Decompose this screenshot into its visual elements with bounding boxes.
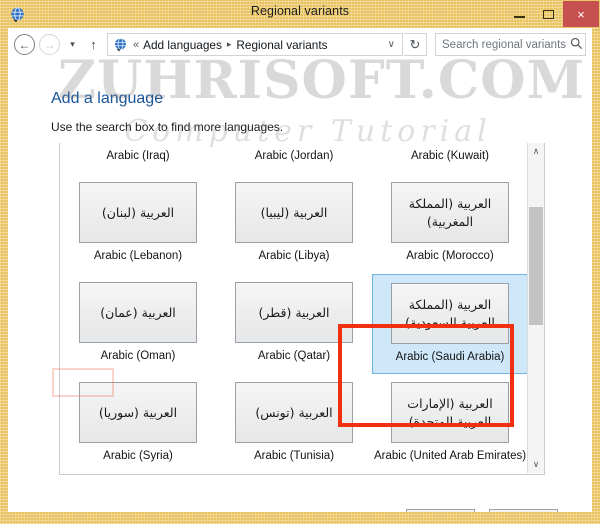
language-tile-preview: العربية (الإمارات العربية المتحدة) bbox=[391, 382, 509, 443]
language-tile-label: Arabic (Iraq) bbox=[106, 150, 170, 162]
language-native-name: العربية (تونس) bbox=[255, 404, 333, 420]
forward-arrow-icon: → bbox=[43, 37, 56, 52]
language-globe-icon bbox=[113, 37, 128, 52]
language-list-viewport: Arabic (Iraq) Arabic (Jordan) Arabic (Kuwa… bbox=[60, 143, 528, 473]
add-button[interactable]: Add bbox=[406, 509, 475, 512]
minimize-button[interactable] bbox=[505, 1, 534, 27]
language-tile[interactable]: العربية (ليبيا) Arabic (Libya) bbox=[216, 174, 372, 274]
language-native-name: العربية (ليبيا) bbox=[260, 204, 328, 220]
language-tile-label: Arabic (Qatar) bbox=[257, 350, 331, 362]
language-tile[interactable]: العربية (لبنان) Arabic (Lebanon) bbox=[60, 174, 216, 274]
up-arrow-icon: ↑ bbox=[90, 37, 97, 52]
language-tile-label: Arabic (Kuwait) bbox=[411, 150, 489, 162]
language-tile-preview: العربية (ليبيا) bbox=[235, 182, 353, 243]
maximize-icon bbox=[543, 9, 554, 19]
breadcrumb-chevron-down-icon[interactable]: ∨ bbox=[388, 39, 398, 50]
language-tile[interactable]: العربية (المملكة المغربية) Arabic (Morocc… bbox=[372, 174, 528, 274]
language-tile[interactable]: العربية (عمان) Arabic (Oman) bbox=[60, 274, 216, 374]
maximize-button[interactable] bbox=[534, 1, 563, 27]
language-native-name: العربية (المملكة العربية السعودية) bbox=[405, 297, 495, 330]
language-tile-label: Arabic (Morocco) bbox=[406, 250, 494, 262]
language-tile-label: Arabic (Oman) bbox=[100, 350, 176, 362]
language-native-name: العربية (قطر) bbox=[258, 304, 330, 320]
language-tile[interactable]: العربية (الإمارات العربية المتحدة) Arabic… bbox=[372, 374, 528, 473]
language-tile-preview: العربية (قطر) bbox=[235, 282, 353, 343]
language-tile[interactable]: العربية (قطر) Arabic (Qatar) bbox=[216, 274, 372, 374]
search-input[interactable] bbox=[442, 38, 570, 51]
refresh-button[interactable]: ↻ bbox=[404, 33, 427, 56]
language-tile-preview: العربية (عمان) bbox=[79, 282, 197, 343]
breadcrumb-separator-icon: ▸ bbox=[226, 39, 232, 49]
language-tile-label: Arabic (Lebanon) bbox=[93, 250, 183, 262]
back-button[interactable]: ← bbox=[14, 34, 35, 55]
vertical-scrollbar[interactable]: ∧ ∨ bbox=[527, 143, 544, 473]
dialog-client-area: ← → ▾ ↑ « Add languages ▸ Regional varia… bbox=[8, 28, 592, 512]
language-tile-label: Arabic (Jordan) bbox=[254, 150, 334, 162]
search-box[interactable] bbox=[435, 33, 586, 56]
page-title: Add a language bbox=[51, 90, 164, 107]
up-one-level-button[interactable]: ↑ bbox=[84, 34, 103, 55]
language-tile-preview: العربية (سوريا) bbox=[79, 382, 197, 443]
minimize-icon bbox=[514, 16, 525, 18]
language-native-name: العربية (الإمارات العربية المتحدة) bbox=[407, 396, 493, 429]
language-native-name: العربية (عمان) bbox=[100, 304, 176, 320]
refresh-icon: ↻ bbox=[409, 36, 421, 52]
breadcrumb-item-regional-variants[interactable]: Regional variants bbox=[236, 38, 327, 52]
language-tile[interactable]: Arabic (Jordan) bbox=[216, 143, 372, 174]
language-tile[interactable]: العربية (تونس) Arabic (Tunisia) bbox=[216, 374, 372, 473]
chevron-down-icon: ∨ bbox=[532, 459, 540, 469]
language-tile-preview: العربية (المملكة المغربية) bbox=[391, 182, 509, 243]
chevron-up-icon: ∧ bbox=[532, 146, 540, 156]
close-button[interactable]: × bbox=[563, 1, 599, 27]
forward-button[interactable]: → bbox=[39, 34, 60, 55]
chevron-down-icon: ▾ bbox=[70, 39, 75, 49]
scroll-down-button[interactable]: ∨ bbox=[528, 456, 544, 473]
language-tile[interactable]: العربية (سوريا) Arabic (Syria) bbox=[60, 374, 216, 473]
address-bar: ← → ▾ ↑ « Add languages ▸ Regional varia… bbox=[8, 28, 592, 60]
language-tile-label: Arabic (United Arab Emirates) bbox=[373, 450, 527, 462]
language-list: Arabic (Iraq) Arabic (Jordan) Arabic (Kuwa… bbox=[59, 143, 545, 475]
language-tile-label: Arabic (Tunisia) bbox=[253, 450, 335, 462]
page-subtitle: Use the search box to find more language… bbox=[51, 120, 284, 134]
scroll-up-button[interactable]: ∧ bbox=[528, 143, 544, 160]
language-native-name: العربية (سوريا) bbox=[98, 404, 178, 420]
language-grid: Arabic (Iraq) Arabic (Jordan) Arabic (Kuwa… bbox=[60, 143, 528, 473]
search-icon bbox=[570, 37, 583, 53]
recent-locations-button[interactable]: ▾ bbox=[65, 34, 80, 55]
language-tile-label: Arabic (Libya) bbox=[258, 250, 330, 262]
back-arrow-icon: ← bbox=[18, 37, 31, 52]
breadcrumb-overflow[interactable]: « bbox=[133, 39, 139, 51]
breadcrumb-item-add-languages[interactable]: Add languages bbox=[143, 38, 222, 52]
language-native-name: العربية (المملكة المغربية) bbox=[408, 196, 492, 229]
cancel-button[interactable]: Cancel bbox=[489, 509, 558, 512]
language-tile[interactable]: Arabic (Iraq) bbox=[60, 143, 216, 174]
close-icon: × bbox=[577, 6, 585, 22]
language-native-name: العربية (لبنان) bbox=[101, 204, 175, 220]
language-tile[interactable]: Arabic (Kuwait) bbox=[372, 143, 528, 174]
regional-variants-window: Regional variants × ← → ▾ ↑ « Add langua… bbox=[0, 0, 600, 524]
language-tile-preview: العربية (المملكة العربية السعودية) bbox=[391, 283, 509, 344]
breadcrumb[interactable]: « Add languages ▸ Regional variants ∨ bbox=[107, 33, 403, 56]
language-tile-label: Arabic (Syria) bbox=[103, 450, 173, 462]
title-bar: Regional variants × bbox=[0, 0, 600, 28]
language-tile-preview: العربية (لبنان) bbox=[79, 182, 197, 243]
scrollbar-thumb[interactable] bbox=[529, 207, 543, 325]
language-tile-selected[interactable]: العربية (المملكة العربية السعودية) Arabic… bbox=[372, 274, 528, 374]
language-tile-preview: العربية (تونس) bbox=[235, 382, 353, 443]
language-tile-label: Arabic (Saudi Arabia) bbox=[395, 351, 505, 363]
